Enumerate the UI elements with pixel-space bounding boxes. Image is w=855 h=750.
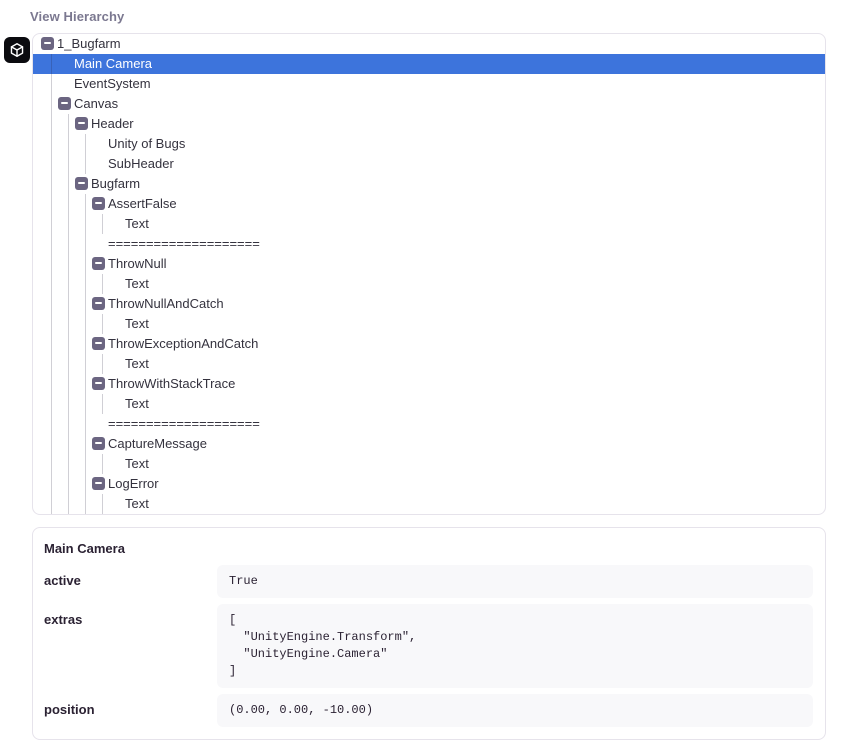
tree-guide-line [51, 54, 52, 514]
detail-key: position [43, 694, 217, 727]
tree-guide-line [102, 314, 103, 334]
view-hierarchy-title: View Hierarchy [30, 9, 855, 24]
collapse-minus-icon[interactable] [75, 117, 88, 130]
tree-node-label: LogError [108, 476, 159, 491]
tree-node-label: ThrowWithStackTrace [108, 376, 235, 391]
tree-node-eventsystem[interactable]: EventSystem [33, 74, 825, 94]
detail-value: True [217, 565, 813, 598]
detail-key: extras [43, 604, 217, 688]
tree-guide-line [102, 454, 103, 474]
tree-guide-line [102, 274, 103, 294]
tree-node-label: ==================== [108, 236, 260, 251]
tree-node-subheader[interactable]: SubHeader [33, 154, 825, 174]
tree-node-capturemessage[interactable]: CaptureMessage [33, 434, 825, 454]
tree-node-text[interactable]: Text [33, 314, 825, 334]
tree-guide-line [102, 214, 103, 234]
collapse-minus-icon[interactable] [92, 477, 105, 490]
tree-node-1-bugfarm[interactable]: 1_Bugfarm [33, 34, 825, 54]
tree-node-label: AssertFalse [108, 196, 177, 211]
tree-guide-line [85, 194, 86, 514]
collapse-minus-icon[interactable] [92, 337, 105, 350]
tree-node-label: Text [125, 356, 149, 371]
detail-value: [ "UnityEngine.Transform", "UnityEngine.… [217, 604, 813, 688]
tree-node-label: SubHeader [108, 156, 174, 171]
tree-node-canvas[interactable]: Canvas [33, 94, 825, 114]
tree-node-logerror[interactable]: LogError [33, 474, 825, 494]
tree-node-assertfalse[interactable]: AssertFalse [33, 194, 825, 214]
tree-node-thrownullandcatch[interactable]: ThrowNullAndCatch [33, 294, 825, 314]
collapse-minus-icon[interactable] [58, 97, 71, 110]
tree-node-throwexceptionandcatch[interactable]: ThrowExceptionAndCatch [33, 334, 825, 354]
tree-node-text[interactable]: Text [33, 214, 825, 234]
tree-node-label: Text [125, 496, 149, 511]
collapse-minus-icon[interactable] [92, 437, 105, 450]
tree-node-main-camera[interactable]: Main Camera [33, 54, 825, 74]
tree-guide-line [68, 114, 69, 514]
tree-node-separator[interactable]: ==================== [33, 234, 825, 254]
tree-node-bugfarm[interactable]: Bugfarm [33, 174, 825, 194]
tree-node-label: Header [91, 116, 134, 131]
collapse-minus-icon[interactable] [92, 377, 105, 390]
tree-node-throwwithstacktrace[interactable]: ThrowWithStackTrace [33, 374, 825, 394]
tree-guide-line [102, 354, 103, 374]
tree-node-text[interactable]: Text [33, 394, 825, 414]
tree-node-label: Bugfarm [91, 176, 140, 191]
tree-node-label: Main Camera [74, 56, 152, 71]
collapse-minus-icon[interactable] [75, 177, 88, 190]
tree-guide-line [102, 494, 103, 514]
tree-node-label: CaptureMessage [108, 436, 207, 451]
collapse-minus-icon[interactable] [92, 297, 105, 310]
tree-node-label: ==================== [108, 416, 260, 431]
collapse-minus-icon[interactable] [41, 37, 54, 50]
details-table: activeTrueextras[ "UnityEngine.Transform… [43, 565, 813, 727]
collapse-minus-icon[interactable] [92, 197, 105, 210]
tree-node-label: Canvas [74, 96, 118, 111]
tree-guide-line [102, 394, 103, 414]
tree-node-label: ThrowExceptionAndCatch [108, 336, 258, 351]
tree-node-label: Text [125, 316, 149, 331]
tree-guide-line [85, 134, 86, 174]
detail-row-position: position(0.00, 0.00, -10.00) [43, 694, 813, 727]
tree-node-text[interactable]: Text [33, 274, 825, 294]
detail-row-active: activeTrue [43, 565, 813, 598]
tree-node-text[interactable]: Text [33, 454, 825, 474]
tree-node-separator[interactable]: ==================== [33, 414, 825, 434]
detail-key: active [43, 565, 217, 598]
tree-node-label: Text [125, 396, 149, 411]
tree-node-text[interactable]: Text [33, 494, 825, 514]
hierarchy-panel: 1_Bugfarm Main Camera EventSystem Canvas Hea… [32, 33, 826, 515]
collapse-minus-icon[interactable] [92, 257, 105, 270]
tree-node-label: ThrowNullAndCatch [108, 296, 224, 311]
tree-node-label: EventSystem [74, 76, 151, 91]
detail-value: (0.00, 0.00, -10.00) [217, 694, 813, 727]
unity-logo-icon [9, 42, 25, 58]
tree-node-label: ThrowNull [108, 256, 167, 271]
tree-node-label: Text [125, 456, 149, 471]
tree-node-header[interactable]: Header [33, 114, 825, 134]
tree-node-label: 1_Bugfarm [57, 36, 121, 51]
details-title: Main Camera [43, 528, 813, 565]
node-details-panel: Main Camera activeTrueextras[ "UnityEngi… [32, 527, 826, 740]
tree-node-text[interactable]: Text [33, 354, 825, 374]
unity-platform-badge [4, 37, 30, 63]
detail-row-extras: extras[ "UnityEngine.Transform", "UnityE… [43, 604, 813, 688]
tree-node-unity-of-bugs[interactable]: Unity of Bugs [33, 134, 825, 154]
tree-node-label: Unity of Bugs [108, 136, 185, 151]
tree-node-thrownull[interactable]: ThrowNull [33, 254, 825, 274]
hierarchy-tree: 1_Bugfarm Main Camera EventSystem Canvas Hea… [33, 34, 825, 514]
tree-node-label: Text [125, 276, 149, 291]
tree-node-label: Text [125, 216, 149, 231]
